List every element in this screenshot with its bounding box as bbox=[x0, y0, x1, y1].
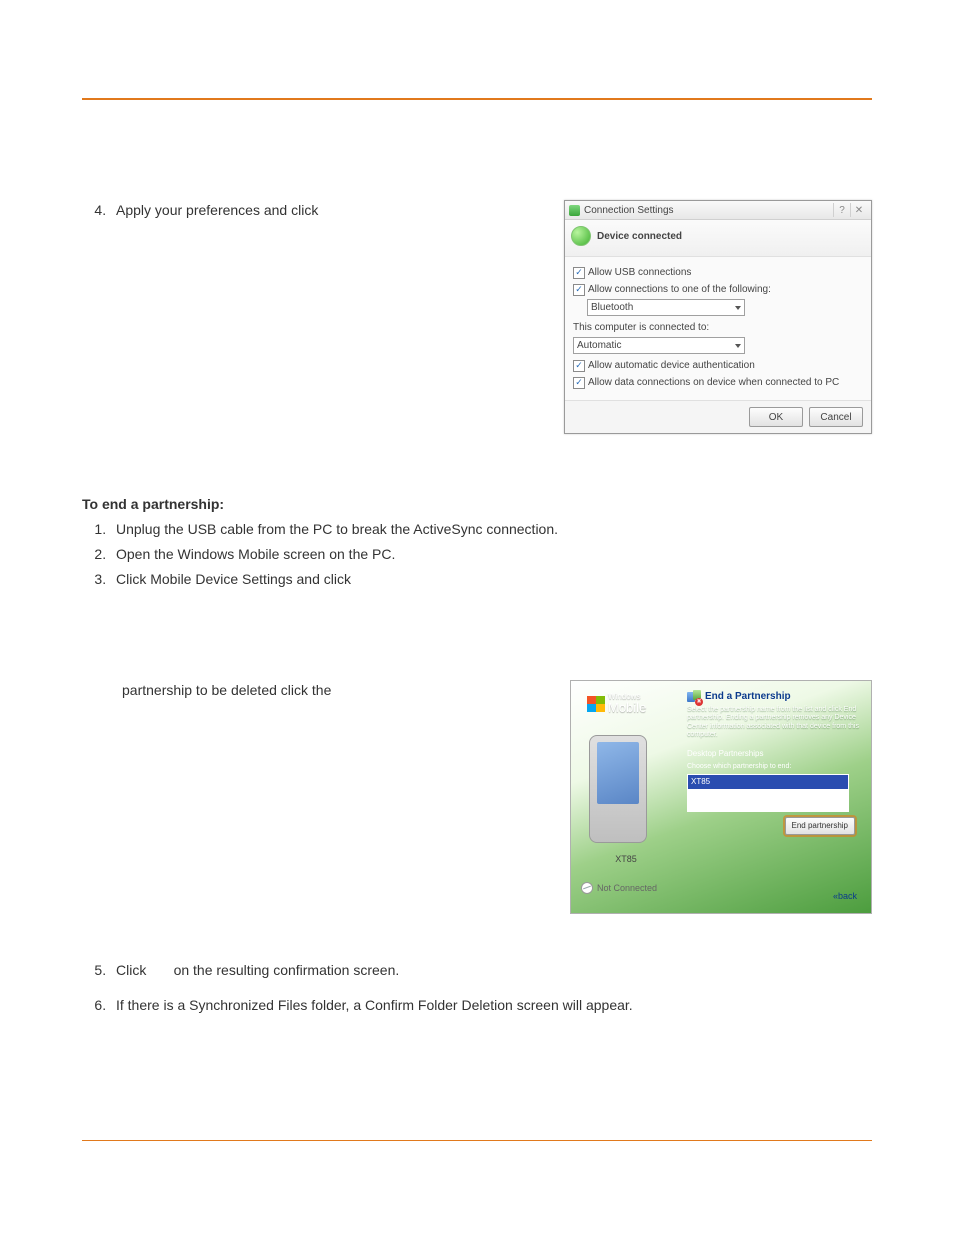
row2-text: partnership to be deleted click the bbox=[82, 680, 570, 701]
network-select[interactable]: Automatic bbox=[573, 337, 745, 354]
allow-data-checkbox[interactable]: ✓ Allow data connections on device when … bbox=[573, 375, 863, 390]
allow-one-of-label: Allow connections to one of the followin… bbox=[588, 282, 771, 297]
end-partnership-button[interactable]: End partnership bbox=[785, 817, 855, 835]
allow-one-of-checkbox[interactable]: ✓ Allow connections to one of the follow… bbox=[573, 282, 863, 297]
connected-to-label: This computer is connected to: bbox=[573, 320, 863, 335]
chevron-down-icon bbox=[735, 306, 741, 310]
end-step-1: Unplug the USB cable from the PC to brea… bbox=[110, 519, 872, 540]
dialog-title: Connection Settings bbox=[584, 203, 833, 218]
auto-auth-checkbox[interactable]: ✓ Allow automatic device authentication bbox=[573, 358, 863, 373]
end-step-3: Click Mobile Device Settings and click bbox=[110, 569, 872, 590]
windows-mobile-logo: Windows Mobile bbox=[587, 693, 646, 714]
device-name-label: XT85 bbox=[571, 853, 681, 867]
allow-usb-label: Allow USB connections bbox=[588, 265, 691, 280]
bottom-rule bbox=[82, 1140, 872, 1141]
device-illustration bbox=[589, 735, 647, 843]
step5: Click on the resulting confirmation scre… bbox=[110, 960, 872, 981]
brand-big: Mobile bbox=[608, 701, 646, 714]
choose-label: Choose which partnership to end: bbox=[687, 762, 865, 773]
panel-title: End a Partnership bbox=[705, 689, 791, 704]
step4-row: Apply your preferences and click Connect… bbox=[82, 200, 872, 434]
step5-a: Click bbox=[116, 962, 146, 978]
desktop-partnerships-label: Desktop Partnerships bbox=[687, 748, 865, 760]
auto-auth-label: Allow automatic device authentication bbox=[588, 358, 755, 373]
cancel-button[interactable]: Cancel bbox=[809, 407, 863, 427]
step4-text: Apply your preferences and click bbox=[110, 200, 554, 221]
chevron-down-icon bbox=[735, 344, 741, 348]
connection-type-value: Bluetooth bbox=[591, 300, 633, 315]
panel-description: Select the partnership name from the lis… bbox=[687, 706, 865, 740]
windows-mobile-panel: Windows Mobile XT85 Not Connected bbox=[570, 680, 872, 914]
connection-settings-dialog: Connection Settings ? ✕ Device connected… bbox=[564, 200, 872, 434]
allow-usb-checkbox[interactable]: ✓ Allow USB connections bbox=[573, 265, 863, 280]
step6: If there is a Synchronized Files folder,… bbox=[110, 995, 872, 1016]
connection-status: Not Connected bbox=[597, 882, 657, 896]
not-connected-icon bbox=[581, 882, 593, 894]
back-link[interactable]: «back bbox=[833, 890, 857, 904]
end-partnership-heading: To end a partnership: bbox=[82, 494, 872, 515]
document-page: Apply your preferences and click Connect… bbox=[0, 0, 954, 1235]
dialog-titlebar: Connection Settings ? ✕ bbox=[565, 201, 871, 220]
partnership-list-item[interactable]: XT85 bbox=[688, 775, 848, 789]
close-button[interactable]: ✕ bbox=[850, 203, 867, 217]
windows-flag-icon bbox=[587, 696, 605, 712]
network-value: Automatic bbox=[577, 338, 621, 353]
connection-type-select[interactable]: Bluetooth bbox=[587, 299, 745, 316]
allow-data-label: Allow data connections on device when co… bbox=[588, 375, 839, 390]
step5-b: on the resulting confirmation screen. bbox=[174, 962, 400, 978]
end-partnership-icon: × bbox=[687, 690, 701, 704]
ok-button[interactable]: OK bbox=[749, 407, 803, 427]
top-rule bbox=[82, 98, 872, 100]
partnership-listbox[interactable]: XT85 bbox=[687, 774, 849, 812]
device-connected-label: Device connected bbox=[597, 229, 682, 244]
activesync-icon bbox=[569, 205, 580, 216]
device-screen bbox=[597, 742, 639, 804]
help-button[interactable]: ? bbox=[833, 203, 850, 217]
status-orb-icon bbox=[571, 226, 591, 246]
end-step-2: Open the Windows Mobile screen on the PC… bbox=[110, 544, 872, 565]
